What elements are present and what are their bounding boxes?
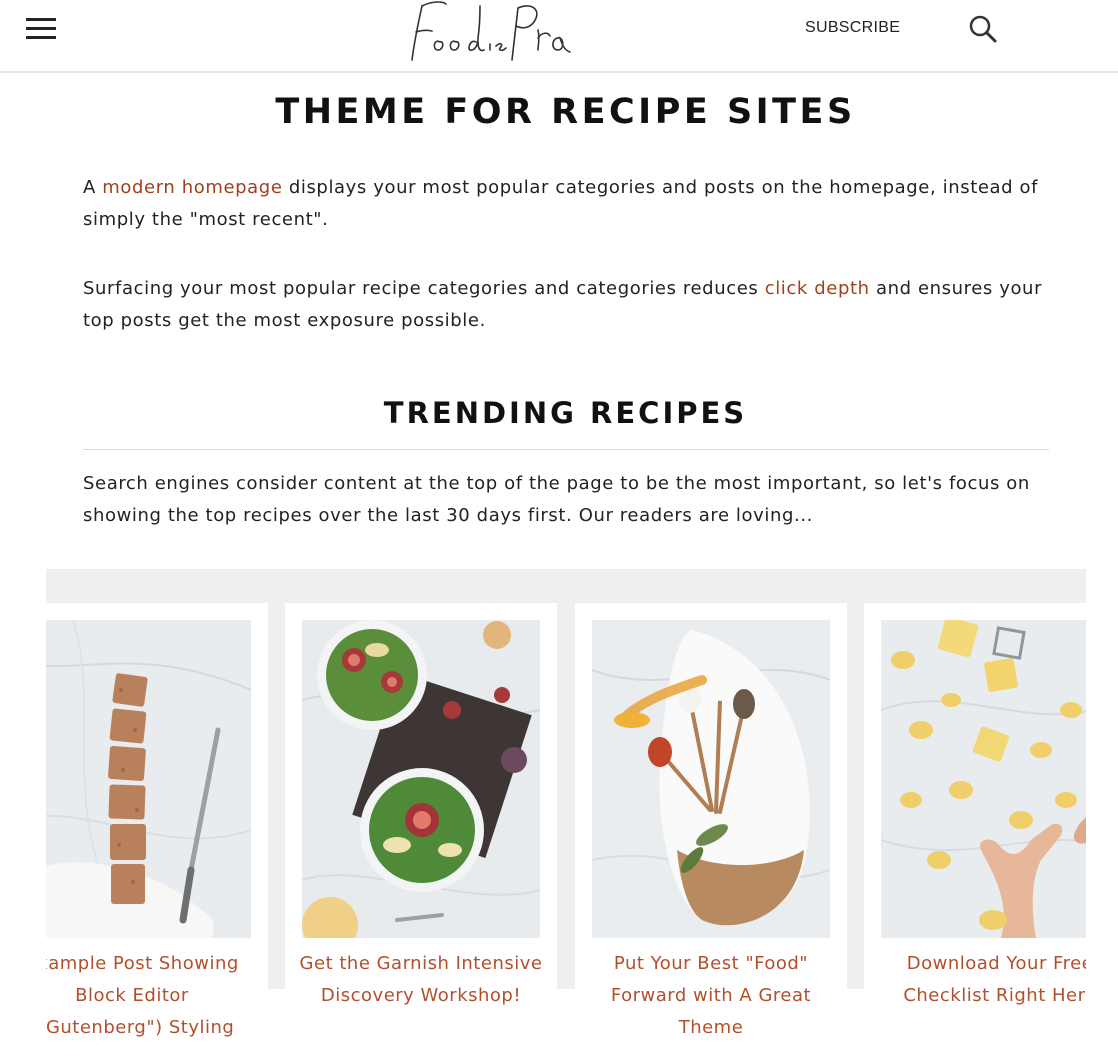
card-title-line[interactable]: Discovery Workshop! (295, 980, 547, 1012)
card-title-line[interactable]: Block Editor (46, 980, 258, 1012)
recipe-card-title[interactable]: Put Your Best "Food" Forward with A Grea… (575, 948, 847, 1044)
recipe-card-image-fig-salad[interactable] (302, 620, 540, 938)
site-header: SUBSCRIBE (0, 0, 1118, 73)
search-icon[interactable] (968, 14, 998, 44)
card-title-line[interactable]: Checklist Right Here (874, 980, 1086, 1012)
trending-recipes-carousel[interactable]: Example Post Showing Block Editor ("Gute… (46, 569, 1086, 1056)
click-depth-link[interactable]: click depth (765, 278, 870, 299)
recipe-card[interactable]: Download Your Free Checklist Right Here (864, 603, 1086, 1056)
card-title-line[interactable]: Theme (585, 1012, 837, 1044)
recipe-card[interactable]: Put Your Best "Food" Forward with A Grea… (575, 603, 847, 1056)
recipe-card-image-spices[interactable] (592, 620, 830, 938)
section-divider (83, 449, 1049, 450)
recipe-card[interactable]: Example Post Showing Block Editor ("Gute… (46, 603, 268, 1056)
foodie-pro-logo-icon (411, 1, 571, 61)
card-title-line[interactable]: ("Gutenberg") Styling (46, 1012, 258, 1044)
recipe-card[interactable]: Get the Garnish Intensive Discovery Work… (285, 603, 557, 1056)
subscribe-link[interactable]: SUBSCRIBE (805, 19, 900, 37)
intro-paragraph-1: A modern homepage displays your most pop… (83, 172, 1053, 236)
card-title-line[interactable]: Example Post Showing (46, 948, 258, 980)
intro-paragraph-2: Surfacing your most popular recipe categ… (83, 273, 1053, 337)
recipe-card-image-granola-bars[interactable] (46, 620, 251, 938)
intro-p2-prefix: Surfacing your most popular recipe categ… (83, 278, 765, 299)
trending-description: Search engines consider content at the t… (83, 473, 1030, 526)
card-title-line[interactable]: Forward with A Great (585, 980, 837, 1012)
modern-homepage-link[interactable]: modern homepage (102, 177, 282, 198)
card-title-line[interactable]: Get the Garnish Intensive (295, 948, 547, 980)
recipe-card-title[interactable]: Example Post Showing Block Editor ("Gute… (46, 948, 268, 1044)
intro-p1-prefix: A (83, 177, 103, 198)
card-title-line[interactable]: Put Your Best "Food" (585, 948, 837, 980)
recipe-card-title[interactable]: Download Your Free Checklist Right Here (864, 948, 1086, 1012)
page-title: THEME FOR RECIPE SITES (275, 92, 856, 132)
site-logo[interactable] (400, 0, 580, 70)
trending-recipes-title: TRENDING RECIPES (383, 396, 748, 430)
hamburger-menu-icon[interactable] (26, 18, 56, 40)
card-title-line[interactable]: Download Your Free (874, 948, 1086, 980)
recipe-card-title[interactable]: Get the Garnish Intensive Discovery Work… (285, 948, 557, 1012)
recipe-card-image-tortellini[interactable] (881, 620, 1086, 938)
